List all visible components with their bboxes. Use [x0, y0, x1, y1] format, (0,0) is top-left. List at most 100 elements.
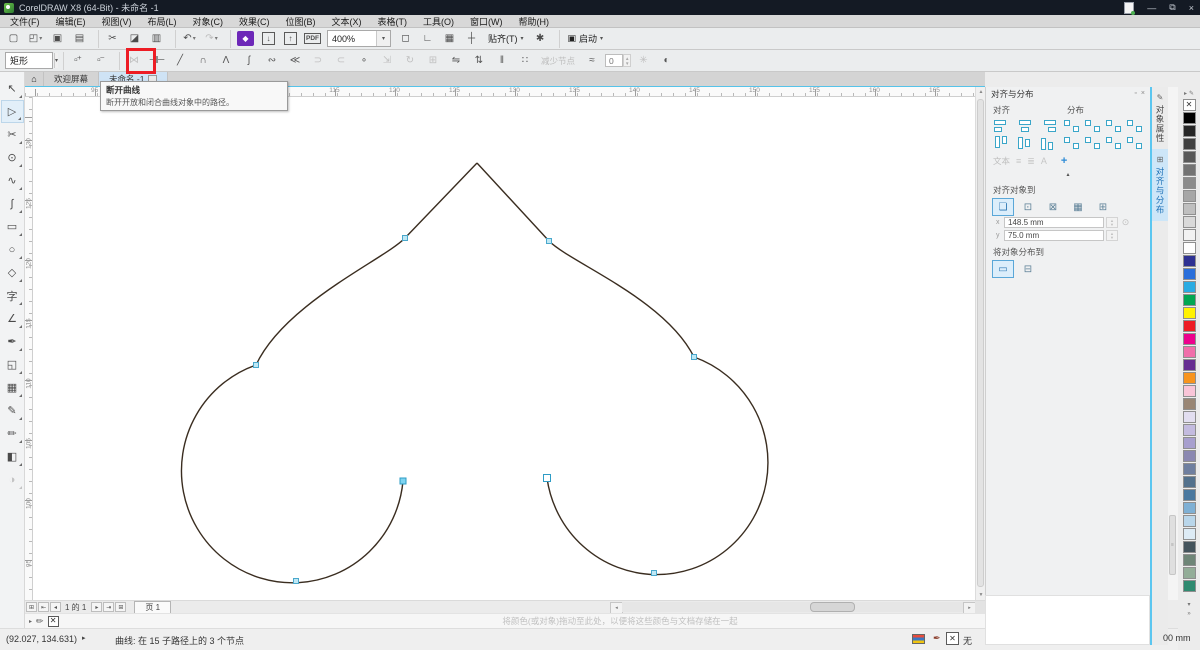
tab-welcome-screen[interactable]: 欢迎屏幕 — [44, 72, 99, 86]
copy-button[interactable]: ◪ — [124, 30, 145, 48]
color-swatch[interactable] — [1183, 255, 1196, 267]
palette-scrollbar[interactable]: ≡ — [1168, 87, 1178, 600]
color-swatch[interactable] — [1183, 450, 1196, 462]
options-button[interactable]: ✱ — [530, 30, 551, 48]
color-settings-icon[interactable] — [912, 634, 925, 644]
search-content-button[interactable]: ◆ — [237, 31, 254, 46]
menu-item[interactable]: 帮助(H) — [511, 15, 558, 28]
distribute-bottom-button[interactable] — [1125, 135, 1145, 151]
menu-item[interactable]: 文件(F) — [2, 15, 48, 28]
color-swatch[interactable] — [1183, 437, 1196, 449]
color-swatch[interactable] — [1183, 268, 1196, 280]
save-button[interactable]: ▣ — [47, 30, 68, 48]
tab-align-distribute[interactable]: ⊞ 对齐与分布 — [1152, 149, 1168, 221]
distribute-center-h-button[interactable] — [1083, 118, 1103, 134]
curve-node[interactable] — [692, 355, 697, 360]
distribute-right-button[interactable] — [1125, 118, 1145, 134]
smoothness-spinner[interactable]: 0 ▲▼ — [605, 54, 631, 67]
palette-flyout-icon[interactable]: » — [1187, 611, 1190, 617]
color-swatch[interactable] — [1183, 346, 1196, 358]
x-spinner[interactable]: ▲▼ — [1106, 217, 1118, 228]
pdf-button[interactable]: PDF — [302, 30, 323, 48]
minimize-button[interactable]: — — [1147, 3, 1156, 13]
full-screen-preview-button[interactable]: ◻ — [395, 30, 416, 48]
color-swatch[interactable] — [1183, 281, 1196, 293]
curve-path[interactable] — [477, 163, 768, 575]
color-swatch[interactable] — [1183, 151, 1196, 163]
distribute-left-button[interactable] — [1062, 118, 1082, 134]
zoom-tool[interactable]: ⊙ — [1, 146, 24, 169]
align-to-grid-button[interactable]: ▦ — [1067, 198, 1089, 216]
delete-node-button[interactable]: ▫⁻ — [89, 51, 112, 71]
curve-node[interactable] — [294, 579, 299, 584]
dimension-tool[interactable]: ∠ — [1, 307, 24, 330]
undo-button[interactable]: ↶ — [179, 30, 200, 48]
menu-item[interactable]: 视图(V) — [94, 15, 140, 28]
redo-button[interactable]: ↷ — [201, 30, 222, 48]
text-baseline-first-line-button[interactable]: ≡ — [1016, 156, 1021, 166]
distribute-center-v-button[interactable] — [1083, 135, 1103, 151]
y-coordinate-field[interactable]: 75.0 mm — [1004, 230, 1104, 241]
color-swatch[interactable] — [1183, 242, 1196, 254]
zoom-level-combo[interactable]: 400% ▾ — [327, 30, 391, 47]
spinner-arrows[interactable]: ▲▼ — [623, 54, 631, 67]
add-node-button[interactable]: ▫⁺ — [66, 51, 89, 71]
page-tab[interactable]: 页 1 — [134, 601, 171, 614]
first-page-button[interactable]: ⇤ — [38, 602, 49, 612]
horizontal-scrollbar-thumb[interactable] — [810, 602, 855, 612]
color-swatch[interactable] — [1183, 125, 1196, 137]
polygon-tool[interactable]: ◇ — [1, 261, 24, 284]
print-button[interactable]: ▤ — [69, 30, 90, 48]
color-swatch[interactable] — [1183, 463, 1196, 475]
fill-tool[interactable]: ◧ — [1, 445, 24, 468]
close-curve-button[interactable]: ∘ — [352, 51, 375, 71]
curve-node[interactable] — [544, 475, 551, 482]
show-rulers-button[interactable]: ∟ — [417, 30, 438, 48]
menu-item[interactable]: 编辑(E) — [48, 15, 94, 28]
title-bar[interactable]: CorelDRAW X8 (64-Bit) - 未命名 -1 — ⧉ × — [0, 0, 1200, 15]
bounding-box-button[interactable]: ◐ — [654, 51, 677, 71]
transparency-tool[interactable]: ▦ — [1, 376, 24, 399]
text-bounding-box-button[interactable]: A — [1041, 156, 1047, 166]
color-swatch[interactable] — [1183, 112, 1196, 124]
align-top-button[interactable] — [992, 135, 1012, 151]
no-color-swatch[interactable]: ✕ — [1183, 99, 1196, 111]
color-swatch[interactable] — [1183, 190, 1196, 202]
menu-item[interactable]: 工具(O) — [415, 15, 462, 28]
color-swatch[interactable] — [1183, 229, 1196, 241]
color-swatch[interactable] — [1183, 567, 1196, 579]
pen-tool[interactable]: ✒ — [1, 330, 24, 353]
elastic-mode-button[interactable]: ‖ — [490, 51, 513, 71]
last-page-button[interactable]: ⇥ — [103, 602, 114, 612]
home-tab[interactable]: ⌂ — [25, 72, 44, 86]
menu-item[interactable]: 窗口(W) — [462, 15, 511, 28]
color-swatch[interactable] — [1183, 177, 1196, 189]
color-swatch[interactable] — [1183, 294, 1196, 306]
docker-close-icon[interactable]: × — [1141, 90, 1145, 97]
color-swatch[interactable] — [1183, 424, 1196, 436]
curve-node[interactable] — [254, 363, 259, 368]
preset-combo[interactable]: 矩形 ▾ — [5, 52, 53, 69]
paste-button[interactable]: ▥ — [146, 30, 167, 48]
palette-scroll-down-icon[interactable]: ▾ — [1187, 601, 1190, 608]
collapse-arrow-icon[interactable]: ▴ — [986, 169, 1150, 180]
convert-to-curve-button[interactable]: ∩ — [191, 51, 214, 71]
color-swatch[interactable] — [1183, 203, 1196, 215]
interactive-fill-tool[interactable]: ◑ — [1, 468, 24, 491]
distribute-spacing-v-button[interactable] — [1104, 135, 1124, 151]
add-page-start-button[interactable]: ⊞ — [26, 602, 37, 612]
color-swatch[interactable] — [1183, 164, 1196, 176]
color-swatch[interactable] — [1183, 489, 1196, 501]
ellipse-tool[interactable]: ○ — [1, 238, 24, 261]
freehand-tool[interactable]: ∿ — [1, 169, 24, 192]
smooth-node-button[interactable]: ʃ — [237, 51, 260, 71]
curve-smoothness-button[interactable]: ✳ — [631, 51, 654, 71]
color-swatch[interactable] — [1183, 359, 1196, 371]
palette-arrow-icon[interactable]: ▸ — [1184, 90, 1187, 97]
align-nodes-button[interactable]: ⊞ — [421, 51, 444, 71]
align-center-vertical-button[interactable] — [1015, 135, 1035, 151]
symmetrical-node-button[interactable]: ∾ — [260, 51, 283, 71]
vertical-ruler[interactable]: 13012512011511010510095 — [25, 97, 33, 600]
menu-item[interactable]: 位图(B) — [278, 15, 324, 28]
snap-to-dropdown[interactable]: 贴齐(T)▾ — [483, 32, 529, 45]
